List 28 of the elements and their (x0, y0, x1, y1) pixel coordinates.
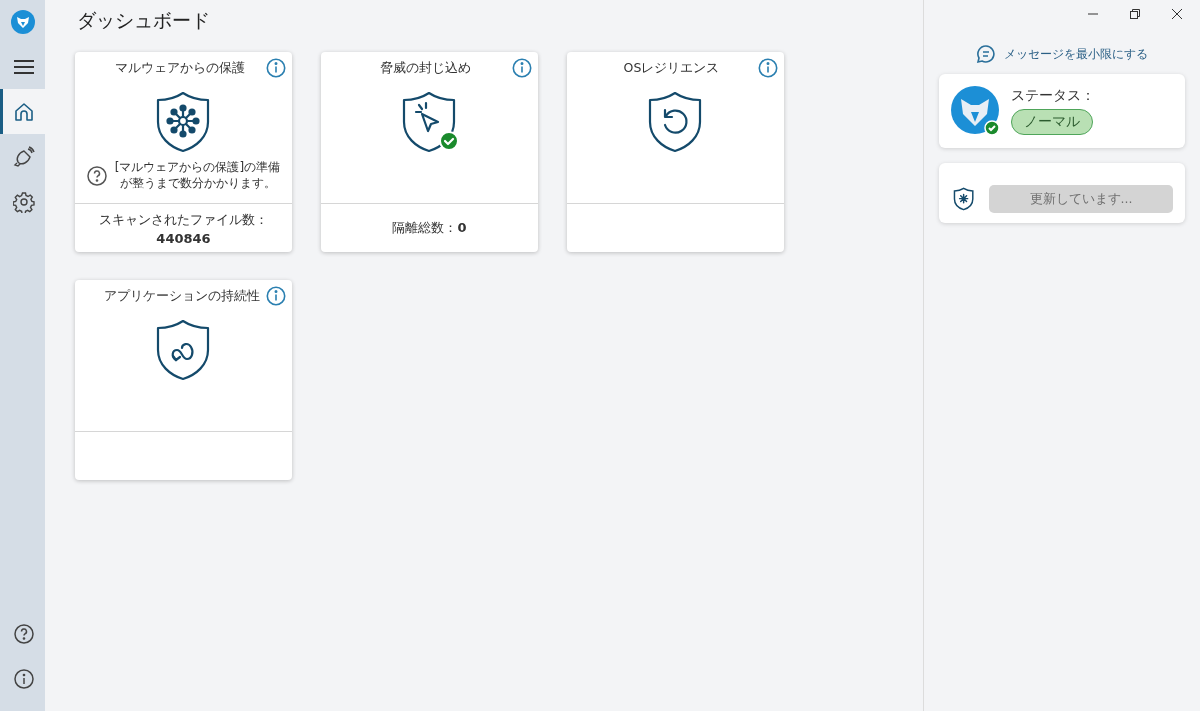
status-label: ステータス： (1011, 87, 1095, 105)
card-title: 脅威の封じ込め (379, 59, 472, 77)
status-badge: ノーマル (1011, 109, 1093, 135)
card-title: アプリケーションの持続性 (103, 287, 260, 305)
footer-value: 440846 (156, 230, 211, 246)
logo-icon (10, 10, 35, 34)
footer-label: スキャンされたファイル数： (99, 210, 268, 229)
card-title: マルウェアからの保護 (113, 59, 246, 77)
info-icon[interactable] (266, 286, 286, 306)
help-icon (14, 623, 34, 644)
page-title: ダッシュボード (77, 8, 211, 33)
shield-network-icon (953, 187, 975, 211)
info-icon[interactable] (758, 58, 778, 78)
chat-bubble-icon (976, 44, 996, 64)
footer-text: 隔離総数：0 (392, 219, 467, 237)
restore-icon[interactable] (1129, 8, 1141, 20)
settings-icon (13, 190, 35, 213)
help-icon (87, 165, 107, 186)
info-icon (14, 668, 34, 689)
card-note: [マルウェアからの保護]の準備が整うまで数分かかります。 (113, 160, 282, 192)
info-icon[interactable] (512, 58, 532, 78)
close-icon[interactable] (1171, 8, 1183, 20)
minimize-messages-link[interactable]: メッセージを最小限にする (939, 44, 1185, 64)
card-title: OSレジリエンス (622, 59, 721, 77)
bell-icon (13, 145, 35, 168)
home-button[interactable] (0, 89, 45, 134)
home-icon (14, 101, 34, 122)
info-icon[interactable] (266, 58, 286, 78)
